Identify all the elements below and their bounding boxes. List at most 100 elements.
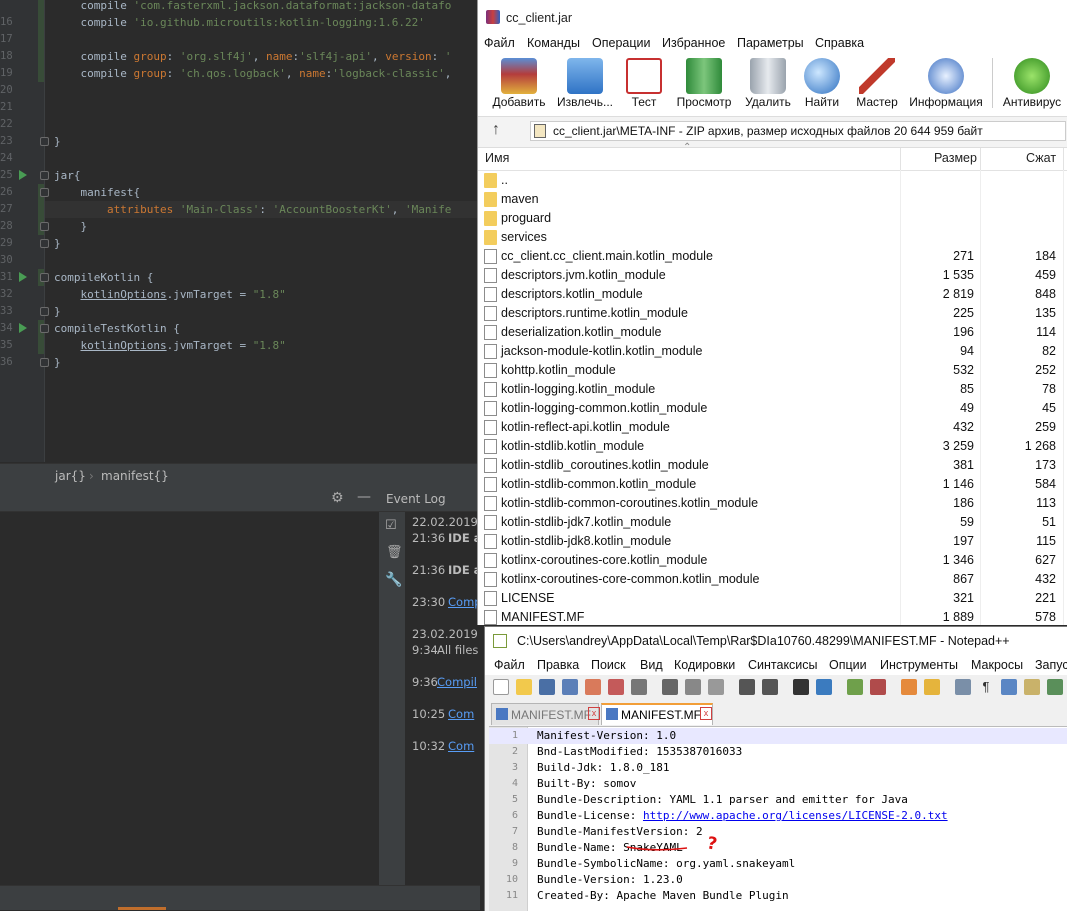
breadcrumb-manifest[interactable]: manifest{} [101,469,169,483]
menu-file[interactable]: Файл [484,36,515,50]
run-gutter-icon[interactable] [19,170,27,180]
license-link[interactable]: http://www.apache.org/licenses/LICENSE-2… [643,809,948,822]
zoom-in-icon[interactable] [847,679,863,695]
npp-menu-view[interactable]: Вид [640,658,663,672]
fold-marker-icon[interactable] [40,273,49,282]
paste-icon[interactable] [708,679,724,695]
minimize-icon[interactable]: — [357,489,371,505]
notepadpp-editor[interactable]: 1 Manifest-Version: 1.0 2 Bnd-LastModified:… [489,726,1067,911]
event-link[interactable]: Compil [437,675,477,689]
file-row[interactable]: maven [478,190,1067,209]
replace-icon[interactable] [816,679,832,695]
breadcrumb-jar[interactable]: jar{} [55,469,86,483]
npp-menu-edit[interactable]: Правка [537,658,579,672]
extract-button[interactable]: Извлечь... [554,54,616,114]
fold-marker-icon[interactable] [40,324,49,333]
cut-icon[interactable] [662,679,678,695]
event-link[interactable]: Com [448,739,474,753]
new-file-icon[interactable] [493,679,509,695]
file-row[interactable]: kotlin-stdlib-jdk8.kotlin_module 197 115 [478,532,1067,551]
fold-marker-icon[interactable] [40,307,49,316]
find-icon[interactable] [793,679,809,695]
tab-manifest-inactive[interactable]: MANIFEST.MF x [491,703,600,725]
file-row[interactable]: kotlin-stdlib_coroutines.kotlin_module 38… [478,456,1067,475]
file-row[interactable]: kohttp.kotlin_module 532 252 [478,361,1067,380]
gear-icon[interactable]: ⚙ [331,490,344,506]
npp-menu-language[interactable]: Синтаксисы [748,658,818,672]
fold-marker-icon[interactable] [40,239,49,248]
close-file-icon[interactable] [585,679,601,695]
up-arrow-icon[interactable]: ↑ [492,121,500,139]
file-row[interactable]: kotlin-logging.kotlin_module 85 78 [478,380,1067,399]
trash-icon[interactable]: 🗑 [386,545,403,560]
file-row[interactable]: kotlin-stdlib-common-coroutines.kotlin_m… [478,494,1067,513]
fold-marker-icon[interactable] [40,137,49,146]
menu-options[interactable]: Параметры [737,36,804,50]
mark-read-icon[interactable]: ☑ [385,518,397,533]
npp-menu-file[interactable]: Файл [494,658,525,672]
file-row[interactable]: proguard [478,209,1067,228]
run-gutter-icon[interactable] [19,272,27,282]
redo-icon[interactable] [762,679,778,695]
test-button[interactable]: Тест [622,54,666,114]
event-link[interactable]: Comp [448,595,480,609]
function-list-icon[interactable] [1047,679,1063,695]
address-field[interactable]: cc_client.jar\META-INF - ZIP архив, разм… [530,121,1066,141]
indent-guide-icon[interactable] [1001,679,1017,695]
file-row[interactable]: kotlin-stdlib.kotlin_module 3 259 1 268 [478,437,1067,456]
file-row[interactable]: .. [478,171,1067,190]
fold-marker-icon[interactable] [40,188,49,197]
file-row[interactable]: kotlinx-coroutines-core.kotlin_module 1 3… [478,551,1067,570]
undo-icon[interactable] [739,679,755,695]
menu-help[interactable]: Справка [815,36,864,50]
open-file-icon[interactable] [516,679,532,695]
menu-operations[interactable]: Операции [592,36,650,50]
event-link[interactable]: Com [448,707,474,721]
file-row[interactable]: LICENSE 321 221 [478,589,1067,608]
file-row[interactable]: kotlinx-coroutines-core-common.kotlin_mo… [478,570,1067,589]
npp-menu-settings[interactable]: Опции [829,658,867,672]
file-row[interactable]: deserialization.kotlin_module 196 114 [478,323,1067,342]
add-button[interactable]: Добавить [490,54,548,114]
file-row[interactable]: descriptors.jvm.kotlin_module 1 535 459 [478,266,1067,285]
npp-menu-tools[interactable]: Инструменты [880,658,958,672]
word-wrap-icon[interactable] [955,679,971,695]
fold-marker-icon[interactable] [40,171,49,180]
doc-map-icon[interactable] [1024,679,1040,695]
wizard-button[interactable]: Мастер [852,54,902,114]
wrench-icon[interactable]: 🔧 [385,572,402,588]
file-row[interactable]: jackson-module-kotlin.kotlin_module 94 82 [478,342,1067,361]
file-row[interactable]: kotlin-logging-common.kotlin_module 49 45 [478,399,1067,418]
save-all-icon[interactable] [562,679,578,695]
npp-menu-search[interactable]: Поиск [591,658,626,672]
npp-menu-run[interactable]: Запус [1035,658,1067,672]
copy-icon[interactable] [685,679,701,695]
info-button[interactable]: Информация [908,54,984,114]
file-row[interactable]: kotlin-stdlib-jdk7.kotlin_module 59 51 [478,513,1067,532]
file-row[interactable]: services [478,228,1067,247]
sync-horizontal-icon[interactable] [924,679,940,695]
file-row[interactable]: MANIFEST.MF 1 889 578 [478,608,1067,625]
file-row[interactable]: descriptors.kotlin_module 2 819 848 [478,285,1067,304]
show-all-chars-icon[interactable]: ¶ [978,679,994,695]
print-icon[interactable] [631,679,647,695]
run-gutter-icon[interactable] [19,323,27,333]
view-button[interactable]: Просмотр [673,54,735,114]
sync-vertical-icon[interactable] [901,679,917,695]
file-row[interactable]: descriptors.runtime.kotlin_module 225 135 [478,304,1067,323]
close-all-icon[interactable] [608,679,624,695]
file-row[interactable]: kotlin-reflect-api.kotlin_module 432 259 [478,418,1067,437]
antivirus-button[interactable]: Антивирус [1000,54,1064,114]
menu-favorites[interactable]: Избранное [662,36,725,50]
npp-menu-encoding[interactable]: Кодировки [674,658,735,672]
column-size[interactable]: Размер [934,151,977,165]
file-row[interactable]: cc_client.cc_client.main.kotlin_module 27… [478,247,1067,266]
close-tab-icon[interactable]: x [588,707,600,720]
column-name[interactable]: Имя [485,151,509,165]
file-row[interactable]: kotlin-stdlib-common.kotlin_module 1 146 5… [478,475,1067,494]
menu-commands[interactable]: Команды [527,36,580,50]
npp-menu-macro[interactable]: Макросы [971,658,1023,672]
delete-button[interactable]: Удалить [740,54,796,114]
zoom-out-icon[interactable] [870,679,886,695]
tab-manifest-active[interactable]: MANIFEST.MF x [601,703,713,725]
